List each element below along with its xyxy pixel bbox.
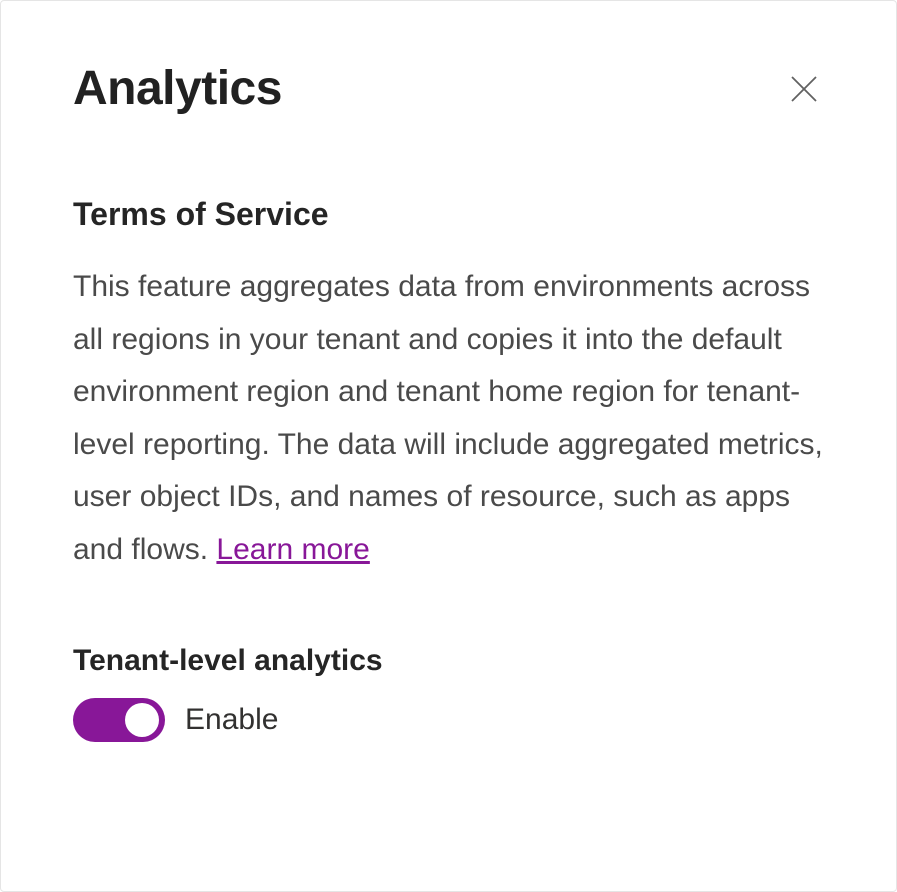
tenant-analytics-toggle-row: Enable (73, 698, 824, 742)
close-button[interactable] (784, 69, 824, 109)
terms-body: This feature aggregates data from enviro… (73, 261, 824, 576)
terms-body-text: This feature aggregates data from enviro… (73, 270, 823, 566)
tenant-analytics-toggle-label: Enable (185, 703, 278, 737)
panel-title: Analytics (73, 61, 282, 116)
close-icon (786, 71, 822, 107)
learn-more-link[interactable]: Learn more (216, 533, 369, 566)
tenant-analytics-toggle[interactable] (73, 698, 165, 742)
toggle-knob (125, 703, 159, 737)
tenant-analytics-heading: Tenant-level analytics (73, 644, 824, 678)
terms-heading: Terms of Service (73, 196, 824, 233)
analytics-panel: Analytics Terms of Service This feature … (0, 0, 897, 892)
panel-header: Analytics (73, 61, 824, 116)
